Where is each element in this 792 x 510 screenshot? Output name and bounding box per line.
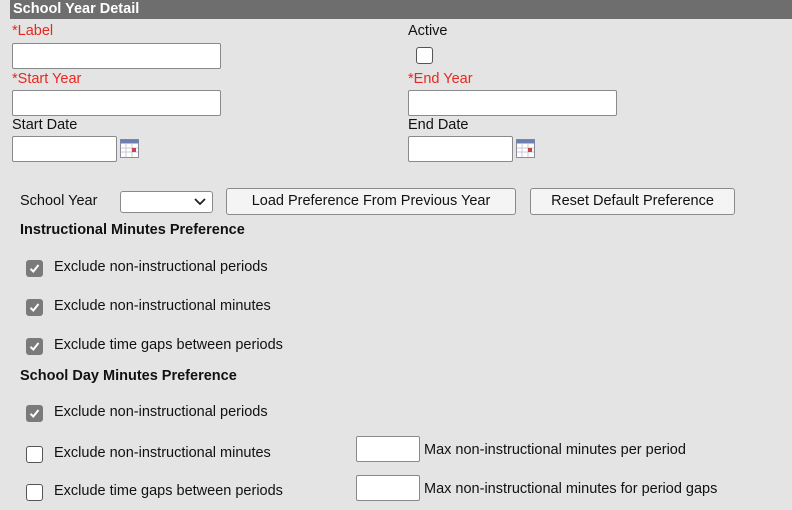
instr-exclude-periods-checkbox[interactable]	[26, 260, 43, 277]
day-exclude-gaps-label: Exclude time gaps between periods	[54, 483, 283, 499]
max-minutes-period-gaps-input[interactable]	[356, 475, 420, 501]
load-preference-button[interactable]: Load Preference From Previous Year	[226, 188, 516, 215]
start-year-input[interactable]	[12, 90, 221, 116]
instr-exclude-minutes-label: Exclude non-instructional minutes	[54, 298, 271, 314]
start-year-label: *Start Year	[12, 71, 81, 87]
instr-exclude-gaps-label: Exclude time gaps between periods	[54, 337, 283, 353]
calendar-icon[interactable]	[120, 139, 139, 158]
end-date-label: End Date	[408, 117, 469, 133]
check-icon	[29, 303, 40, 312]
check-icon	[29, 264, 40, 273]
school-year-select[interactable]	[120, 191, 213, 213]
day-exclude-minutes-checkbox[interactable]	[26, 446, 43, 463]
max-minutes-period-gaps-label: Max non-instructional minutes for period…	[424, 481, 718, 497]
instr-exclude-minutes-checkbox[interactable]	[26, 299, 43, 316]
calendar-icon[interactable]	[516, 139, 535, 158]
chevron-down-icon	[194, 198, 206, 206]
day-exclude-periods-label: Exclude non-instructional periods	[54, 404, 268, 420]
active-checkbox[interactable]	[416, 47, 433, 64]
check-icon	[29, 409, 40, 418]
max-minutes-per-period-input[interactable]	[356, 436, 420, 462]
label-text: Label	[17, 23, 54, 39]
max-minutes-per-period-label: Max non-instructional minutes per period	[424, 442, 686, 458]
day-exclude-periods-checkbox[interactable]	[26, 405, 43, 422]
start-date-input[interactable]	[12, 136, 117, 162]
label-field-label: *Label	[12, 23, 53, 39]
check-icon	[29, 342, 40, 351]
instructional-title: Instructional Minutes Preference	[20, 222, 245, 238]
end-year-text: End Year	[413, 71, 473, 87]
day-exclude-minutes-label: Exclude non-instructional minutes	[54, 445, 271, 461]
active-label: Active	[408, 23, 448, 39]
end-year-label: *End Year	[408, 71, 473, 87]
section-title: School Year Detail	[13, 1, 140, 17]
reset-default-button[interactable]: Reset Default Preference	[530, 188, 735, 215]
school-day-title: School Day Minutes Preference	[20, 368, 237, 384]
instr-exclude-gaps-checkbox[interactable]	[26, 338, 43, 355]
section-header: School Year Detail	[10, 0, 792, 19]
start-date-label: Start Date	[12, 117, 78, 133]
instr-exclude-periods-label: Exclude non-instructional periods	[54, 259, 268, 275]
school-year-label: School Year	[20, 193, 98, 209]
label-input[interactable]	[12, 43, 221, 69]
day-exclude-gaps-checkbox[interactable]	[26, 484, 43, 501]
end-year-input[interactable]	[408, 90, 617, 116]
end-date-input[interactable]	[408, 136, 513, 162]
start-year-text: Start Year	[17, 71, 82, 87]
